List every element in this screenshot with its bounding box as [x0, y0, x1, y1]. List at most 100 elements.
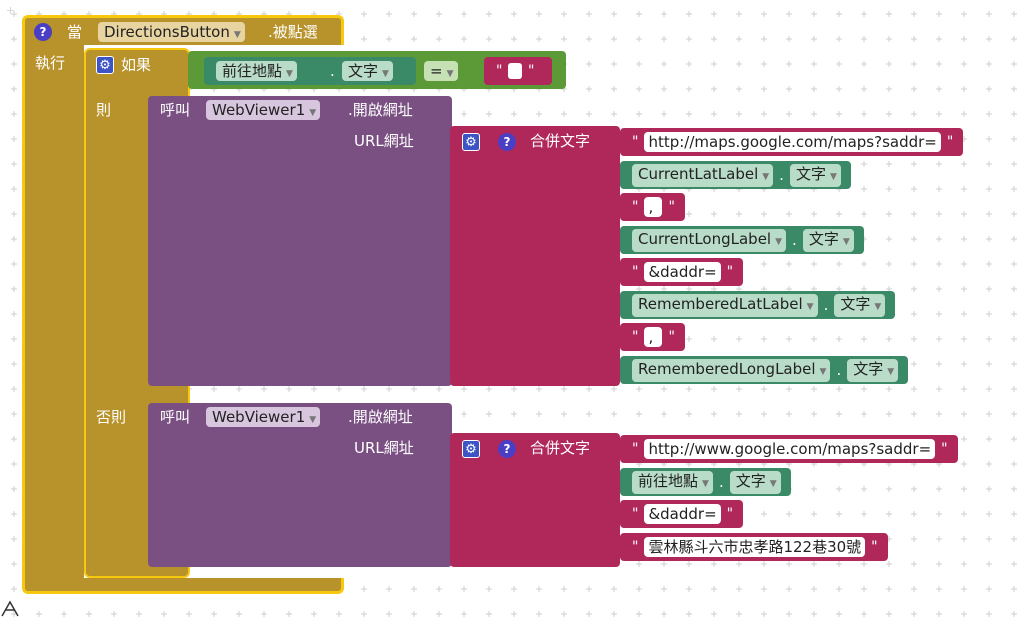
then-join-help-icon[interactable]: ?: [498, 133, 516, 151]
text-value-field[interactable]: ,: [644, 327, 663, 347]
text-value-field[interactable]: 雲林縣斗六市忠孝路122巷30號: [644, 537, 866, 557]
event-block-footer: [22, 578, 344, 594]
event-component-name: DirectionsButton: [104, 23, 230, 41]
getter-property-dropdown[interactable]: 文字 ▼: [789, 163, 841, 187]
quote-close: ": [726, 264, 734, 280]
chevron-down-icon: ▼: [819, 366, 827, 377]
event-name-label: .被點選: [268, 23, 318, 41]
chevron-down-icon: ▼: [762, 171, 770, 182]
text-block[interactable]: " &daddr= ": [620, 258, 744, 286]
dot-label: .: [792, 231, 797, 249]
chevron-down-icon: ▼: [874, 301, 882, 312]
getter-component-dropdown[interactable]: CurrentLatLabel ▼: [632, 163, 774, 187]
dot-label: .: [779, 166, 784, 184]
else-component-name: WebViewer1: [212, 408, 306, 426]
getter-property-name: 文字: [840, 294, 871, 313]
quote-close: ": [726, 506, 734, 522]
dot-label: .: [330, 62, 335, 80]
getter-property-dropdown[interactable]: 文字 ▼: [834, 293, 886, 317]
quote-close: ": [871, 539, 878, 555]
text-block[interactable]: " &daddr= ": [620, 500, 744, 528]
event-component-dropdown[interactable]: DirectionsButton ▼: [98, 22, 245, 42]
chevron-down-icon: ▼: [446, 69, 454, 79]
getter-component-name: 前往地點: [638, 471, 699, 490]
event-help-icon[interactable]: ?: [34, 23, 52, 41]
text-block[interactable]: ", ": [620, 323, 685, 351]
text-block[interactable]: ", ": [620, 193, 685, 221]
else-join-gear-icon[interactable]: ⚙: [462, 440, 480, 458]
text-value-field[interactable]: &daddr=: [644, 504, 721, 524]
getter-component-dropdown[interactable]: CurrentLongLabel ▼: [632, 228, 787, 252]
quote-close: ": [668, 329, 675, 345]
text-value-field[interactable]: http://maps.google.com/maps?saddr=: [644, 132, 941, 152]
getter-property-dropdown[interactable]: 文字 ▼: [729, 470, 781, 494]
component-getter-block[interactable]: CurrentLatLabel ▼. 文字 ▼: [620, 161, 851, 189]
chevron-down-icon: ▼: [775, 236, 783, 247]
quote-open: ": [632, 199, 639, 215]
chevron-down-icon: ▼: [842, 236, 850, 247]
chevron-down-icon: ▼: [286, 69, 293, 79]
else-call-label: 呼叫: [160, 408, 191, 426]
component-getter-block[interactable]: 前往地點 ▼. 文字 ▼: [620, 468, 791, 496]
component-getter-block[interactable]: CurrentLongLabel ▼. 文字 ▼: [620, 226, 864, 254]
then-method-label: .開啟網址: [348, 101, 413, 119]
text-value-field[interactable]: http://www.google.com/maps?saddr=: [644, 439, 936, 459]
quote-open: ": [632, 134, 639, 150]
else-component-dropdown[interactable]: WebViewer1 ▼: [206, 407, 321, 427]
text-block[interactable]: " 雲林縣斗六市忠孝路122巷30號 ": [620, 533, 888, 561]
then-component-dropdown[interactable]: WebViewer1 ▼: [206, 100, 321, 120]
chevron-down-icon: ▼: [309, 415, 317, 425]
condition-property-name: 文字: [348, 62, 379, 80]
if-mutator-gear-icon[interactable]: ⚙: [96, 56, 114, 74]
dot-label: .: [718, 473, 724, 491]
else-call-block[interactable]: [148, 403, 452, 567]
quote-open: ": [632, 539, 639, 555]
then-join-gear-icon[interactable]: ⚙: [462, 133, 480, 151]
getter-component-name: RememberedLatLabel: [638, 294, 803, 313]
quote-open: ": [632, 506, 639, 522]
else-method-label: .開啟網址: [348, 408, 413, 426]
chevron-down-icon: ▼: [702, 478, 709, 489]
quote-open: ": [496, 63, 503, 79]
chevron-down-icon: ▼: [829, 171, 837, 182]
workspace-corner-icon[interactable]: [0, 596, 20, 618]
then-arg-label: URL網址: [354, 132, 414, 150]
quote-close: ": [528, 63, 535, 79]
operator-dropdown[interactable]: = ▼: [424, 61, 458, 81]
then-label: 則: [96, 101, 112, 119]
else-label: 否則: [96, 408, 127, 426]
getter-property-name: 文字: [795, 164, 826, 183]
condition-property-dropdown[interactable]: 文字 ▼: [342, 61, 393, 81]
getter-property-name: 文字: [735, 471, 766, 490]
condition-component-dropdown[interactable]: 前往地點 ▼: [216, 61, 297, 81]
quote-close: ": [941, 441, 948, 457]
component-getter-block[interactable]: RememberedLongLabel ▼. 文字 ▼: [620, 356, 909, 384]
getter-property-dropdown[interactable]: 文字 ▼: [847, 358, 899, 382]
else-join-help-icon[interactable]: ?: [498, 440, 516, 458]
chevron-down-icon: ▼: [887, 366, 895, 377]
then-join-label: 合併文字: [530, 132, 591, 150]
text-value-field[interactable]: &daddr=: [644, 262, 721, 282]
quote-close: ": [946, 134, 954, 150]
quote-close: ": [668, 199, 675, 215]
component-getter-block[interactable]: RememberedLatLabel ▼. 文字 ▼: [620, 291, 896, 319]
empty-text-field[interactable]: [508, 63, 522, 79]
if-label: 如果: [121, 56, 152, 74]
dot-label: .: [836, 361, 842, 379]
quote-open: ": [632, 441, 639, 457]
getter-component-dropdown[interactable]: RememberedLatLabel ▼: [632, 293, 818, 317]
getter-property-dropdown[interactable]: 文字 ▼: [802, 228, 854, 252]
text-value-field[interactable]: ,: [644, 197, 663, 217]
getter-component-dropdown[interactable]: RememberedLongLabel ▼: [632, 358, 831, 382]
then-join-block[interactable]: [450, 126, 620, 386]
chevron-down-icon: ▼: [233, 30, 241, 40]
text-block[interactable]: " http://www.google.com/maps?saddr= ": [620, 435, 958, 463]
quote-open: ": [632, 264, 639, 280]
getter-property-name: 文字: [853, 359, 884, 378]
text-block[interactable]: " http://maps.google.com/maps?saddr= ": [620, 128, 964, 156]
event-block-body: [22, 45, 84, 585]
getter-component-dropdown[interactable]: 前往地點 ▼: [632, 470, 713, 494]
chevron-down-icon: ▼: [769, 478, 777, 489]
getter-component-name: CurrentLongLabel: [638, 229, 772, 248]
else-arg-label: URL網址: [354, 439, 414, 457]
